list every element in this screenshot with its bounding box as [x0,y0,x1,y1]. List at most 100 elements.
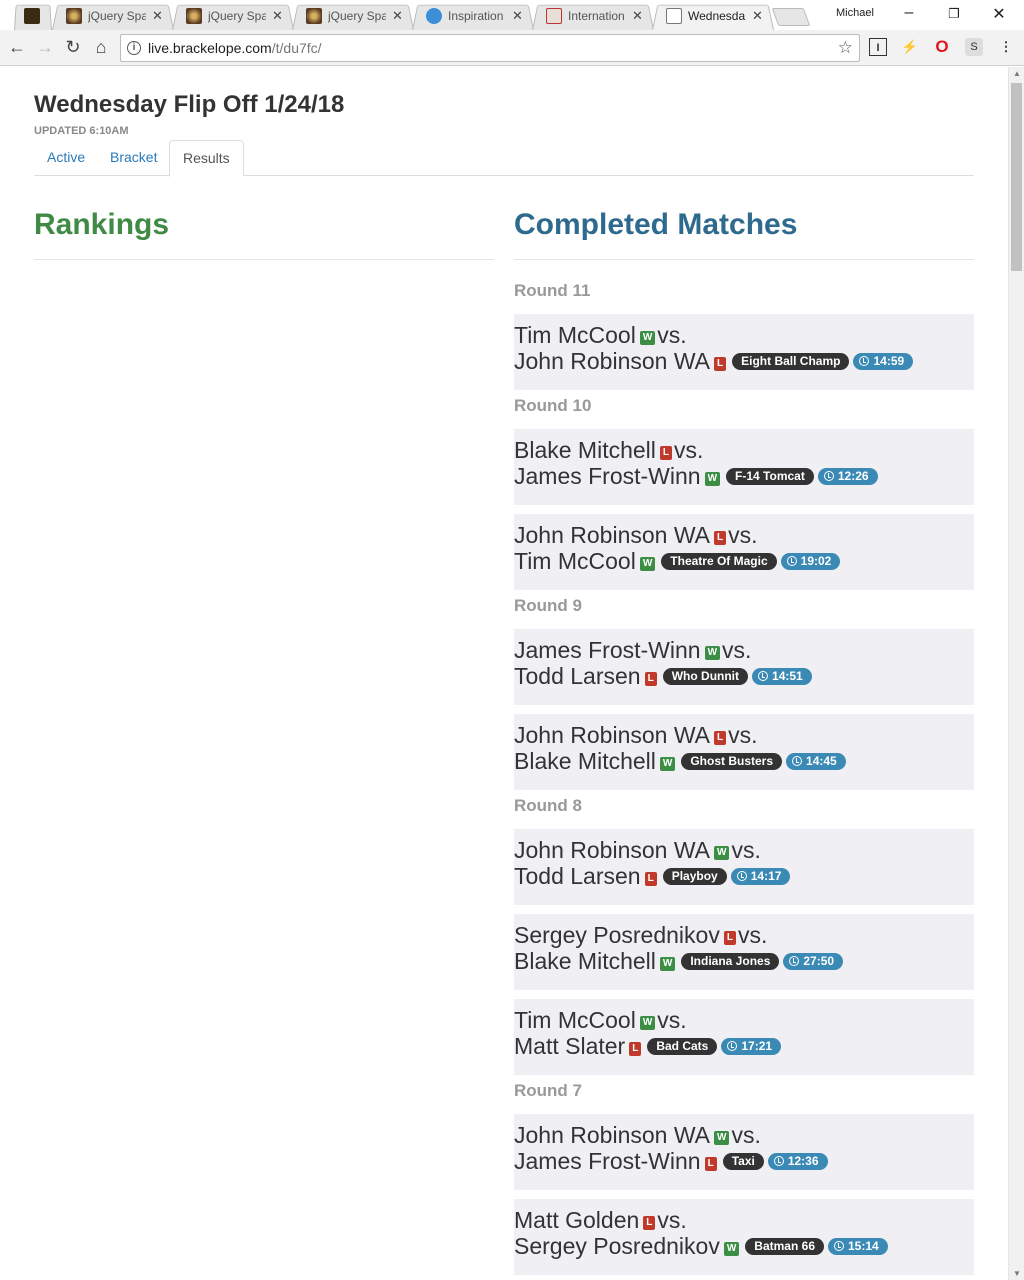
match-card[interactable]: Sergey Posrednikov Lvs. Blake Mitchell W Ind… [514,914,974,990]
site-info-icon[interactable]: i [127,41,141,55]
tab-close-icon[interactable]: ✕ [752,8,763,24]
player-name: Blake Mitchell [514,437,656,463]
duration-badge: 14:51 [752,668,812,685]
tab-bracket[interactable]: Bracket [97,140,170,176]
extension-bolt-icon[interactable]: ⚡ [901,38,919,56]
player-name: John Robinson WA [514,348,711,374]
scrollbar-thumb[interactable] [1011,83,1022,271]
machine-badge: Taxi [722,1153,764,1170]
minimize-icon[interactable]: – [886,4,932,22]
loss-badge: L [644,872,657,886]
match-card[interactable]: Matt Golden Lvs. Sergey Posrednikov W Batman… [514,1199,974,1275]
document-favicon-icon [666,8,682,24]
player-name: Blake Mitchell [514,948,656,974]
tab-close-icon[interactable]: ✕ [272,8,283,24]
match-card[interactable]: John Robinson WA Lvs. Blake Mitchell W Ghost… [514,714,974,790]
window-close-icon[interactable]: ✕ [976,4,1022,24]
browser-tab[interactable]: jQuery Spa ✕ [52,2,174,30]
machine-badge: Ghost Busters [681,753,783,770]
scroll-down-icon[interactable]: ▼ [1013,1269,1021,1278]
duration-badge: 15:14 [828,1238,888,1255]
duration-badge: 12:26 [817,468,878,485]
menu-kebab-icon[interactable]: ⋮ [997,38,1015,56]
loss-badge: L [704,1157,717,1171]
loss-badge: L [659,446,672,460]
player-name: James Frost-Winn [514,1148,701,1174]
match-line-1: John Robinson WA Wvs. [514,1122,974,1148]
extension-s-icon[interactable]: S [965,38,983,56]
browser-tab-label: Internation [568,9,625,23]
match-card[interactable]: John Robinson WA Wvs. James Frost-Winn L Tax… [514,1114,974,1190]
duration-badge: 14:17 [730,868,791,885]
machine-badge: Eight Ball Champ [732,353,850,370]
browser-tab[interactable]: jQuery Spa ✕ [172,2,294,30]
tab-results[interactable]: Results [169,140,244,177]
tab-close-icon[interactable]: ✕ [632,8,643,24]
vs-label: vs. [657,1007,687,1033]
player-name: Blake Mitchell [514,748,656,774]
duration-badge: 19:02 [780,553,841,570]
tab-close-icon[interactable]: ✕ [152,8,163,24]
opera-icon[interactable]: O [933,38,951,56]
duration-value: 27:50 [803,954,835,968]
reload-icon[interactable]: ↻ [61,36,85,60]
clock-icon [859,356,870,366]
match-card[interactable]: Tim McCool Wvs. John Robinson WA L Eight Bal… [514,314,974,390]
page-scrollbar[interactable]: ▲ ▼ [1008,67,1024,1280]
page-content: Wednesday Flip Off 1/24/18 UPDATED 6:10A… [0,67,1008,1280]
jquery-favicon-icon [66,8,82,24]
round-heading: Round 8 [514,796,582,815]
forward-arrow-icon[interactable]: → [33,36,57,60]
match-line-1: John Robinson WA Wvs. [514,837,974,863]
browser-tab[interactable] [14,2,52,30]
browser-tab[interactable]: Inspiration ✕ [412,2,534,30]
new-tab-button[interactable] [771,8,811,26]
match-line-2: James Frost-Winn L Taxi 12:36 [514,1148,974,1174]
duration-value: 14:59 [873,354,905,368]
match-card[interactable]: Blake Mitchell Lvs. James Frost-Winn W F-14 … [514,429,974,505]
vs-label: vs. [657,322,687,348]
vs-label: vs. [728,522,758,548]
scroll-up-icon[interactable]: ▲ [1013,69,1021,78]
browser-tab[interactable]: Internation ✕ [532,2,654,30]
match-line-2: Matt Slater L Bad Cats 17:21 [514,1033,974,1059]
restore-icon[interactable]: ❐ [931,6,977,22]
duration-value: 14:51 [772,669,803,683]
duration-value: 17:21 [741,1039,773,1053]
browser-tab[interactable]: Wednesda ✕ [652,2,774,30]
results-tabs: Active Bracket Results [34,140,974,177]
profile-name[interactable]: Michael [836,7,874,19]
browser-tab[interactable]: jQuery Spa ✕ [292,2,414,30]
match-card[interactable]: James Frost-Winn Wvs. Todd Larsen L Who Dunn… [514,629,974,705]
loss-badge: L [714,357,727,371]
round-heading: Round 10 [514,396,592,415]
tab-close-icon[interactable]: ✕ [392,8,403,24]
match-line-1: Matt Golden Lvs. [514,1207,974,1233]
clock-icon [758,671,769,681]
address-bar[interactable]: i live.brackelope.com/t/du7fc/ ☆ [120,34,860,62]
extension-i-icon[interactable]: I [869,38,887,56]
round-heading: Round 7 [514,1081,582,1100]
duration-value: 12:36 [787,1154,819,1168]
match-line-2: Sergey Posrednikov W Batman 66 15:14 [514,1233,974,1259]
tab-close-icon[interactable]: ✕ [512,8,523,24]
match-line-1: Tim McCool Wvs. [514,322,974,348]
tab-active[interactable]: Active [34,140,98,176]
player-name: John Robinson WA [514,522,711,548]
match-card[interactable]: Tim McCool Wvs. Matt Slater L Bad Cats 17:21 [514,999,974,1075]
match-line-2: Blake Mitchell W Ghost Busters 14:45 [514,748,974,774]
loss-badge: L [714,531,727,545]
bookmark-star-icon[interactable]: ☆ [838,38,853,58]
updated-timestamp: UPDATED 6:10AM [34,125,129,137]
url-path: /t/du7fc/ [271,40,322,56]
back-arrow-icon[interactable]: ← [5,36,29,60]
duration-value: 14:45 [806,754,837,768]
home-icon[interactable]: ⌂ [89,36,113,60]
clock-icon [789,956,800,966]
player-name: Sergey Posrednikov [514,922,720,948]
match-card[interactable]: John Robinson WA Wvs. Todd Larsen L Playboy 1… [514,829,974,905]
match-card[interactable]: John Robinson WA Lvs. Tim McCool W Theatre O… [514,514,974,590]
match-line-1: Sergey Posrednikov Lvs. [514,922,974,948]
win-badge: W [659,757,676,771]
machine-badge: Who Dunnit [662,668,749,685]
